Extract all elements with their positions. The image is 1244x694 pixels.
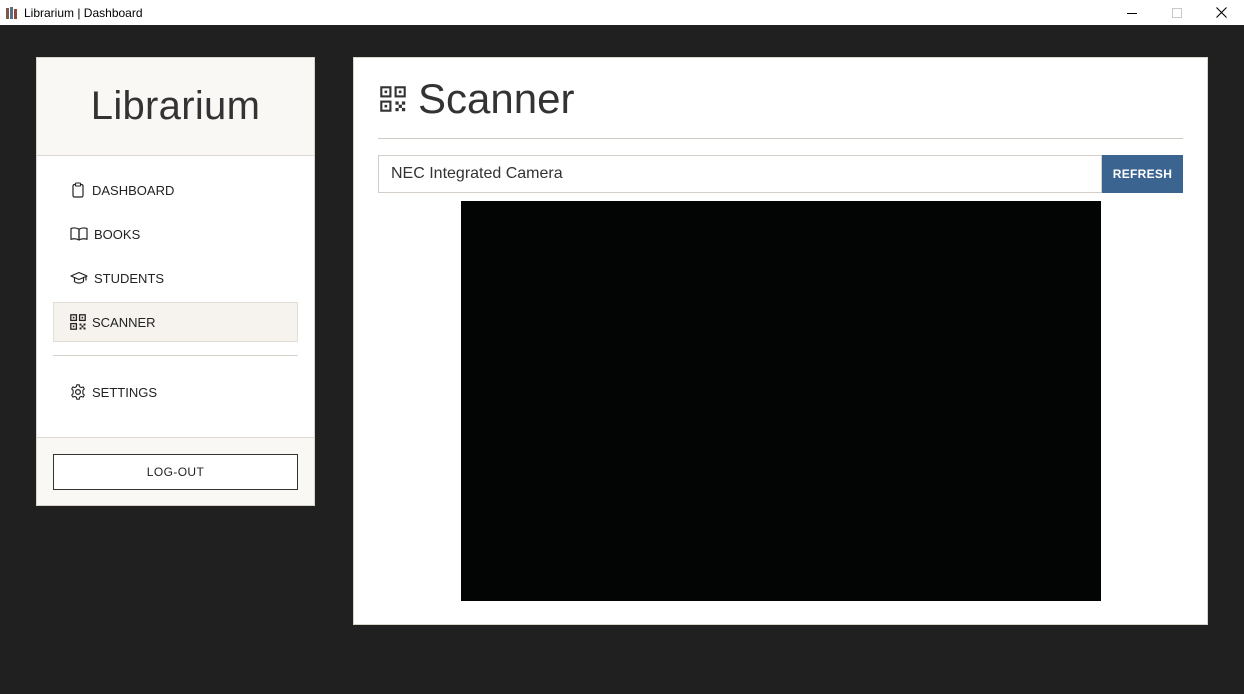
sidebar-item-settings[interactable]: SETTINGS xyxy=(53,372,298,412)
close-button[interactable] xyxy=(1199,0,1244,25)
page-title: Scanner xyxy=(418,75,575,122)
brand-title: Librarium xyxy=(90,84,261,128)
window-title: Librarium | Dashboard xyxy=(24,5,143,20)
logout-button[interactable]: LOG-OUT xyxy=(53,453,298,490)
app-icon xyxy=(5,6,19,20)
page-header: Scanner xyxy=(380,74,574,124)
main-panel: Scanner NEC Integrated Camera REFRESH xyxy=(353,57,1208,625)
nav-divider xyxy=(53,355,298,356)
sidebar-footer: LOG-OUT xyxy=(37,437,314,505)
refresh-button[interactable]: REFRESH xyxy=(1102,155,1183,193)
sidebar-item-label: SETTINGS xyxy=(92,384,158,400)
window-titlebar: Librarium | Dashboard xyxy=(0,0,1244,25)
sidebar-item-students[interactable]: STUDENTS xyxy=(53,258,298,298)
camera-select[interactable]: NEC Integrated Camera xyxy=(378,155,1102,193)
header-divider xyxy=(378,138,1183,139)
window-controls xyxy=(1109,0,1244,25)
minimize-icon xyxy=(1126,12,1137,14)
sidebar-item-books[interactable]: BOOKS xyxy=(53,214,298,254)
clipboard-icon xyxy=(72,182,84,198)
maximize-button[interactable] xyxy=(1154,0,1199,25)
sidebar: Librarium DASHBOARD BOOKS STUDENTS SCANN… xyxy=(36,57,315,506)
maximize-icon xyxy=(1171,7,1182,18)
sidebar-nav: DASHBOARD BOOKS STUDENTS SCANNER SETTING… xyxy=(37,156,314,412)
close-icon xyxy=(1216,7,1227,18)
sidebar-item-label: BOOKS xyxy=(94,226,141,242)
brand-header: Librarium xyxy=(37,58,314,156)
sidebar-item-label: DASHBOARD xyxy=(92,182,175,198)
minimize-button[interactable] xyxy=(1109,0,1154,25)
qr-code-icon xyxy=(380,86,406,112)
sidebar-item-label: STUDENTS xyxy=(94,270,165,286)
sidebar-item-dashboard[interactable]: DASHBOARD xyxy=(53,170,298,210)
graduation-cap-icon xyxy=(70,271,88,284)
gear-icon xyxy=(71,384,85,400)
camera-preview xyxy=(461,201,1101,601)
book-open-icon xyxy=(70,227,88,241)
qr-code-icon xyxy=(70,314,86,330)
sidebar-item-label: SCANNER xyxy=(92,314,156,330)
sidebar-item-scanner[interactable]: SCANNER xyxy=(53,302,298,342)
camera-controls: NEC Integrated Camera REFRESH xyxy=(378,155,1183,193)
